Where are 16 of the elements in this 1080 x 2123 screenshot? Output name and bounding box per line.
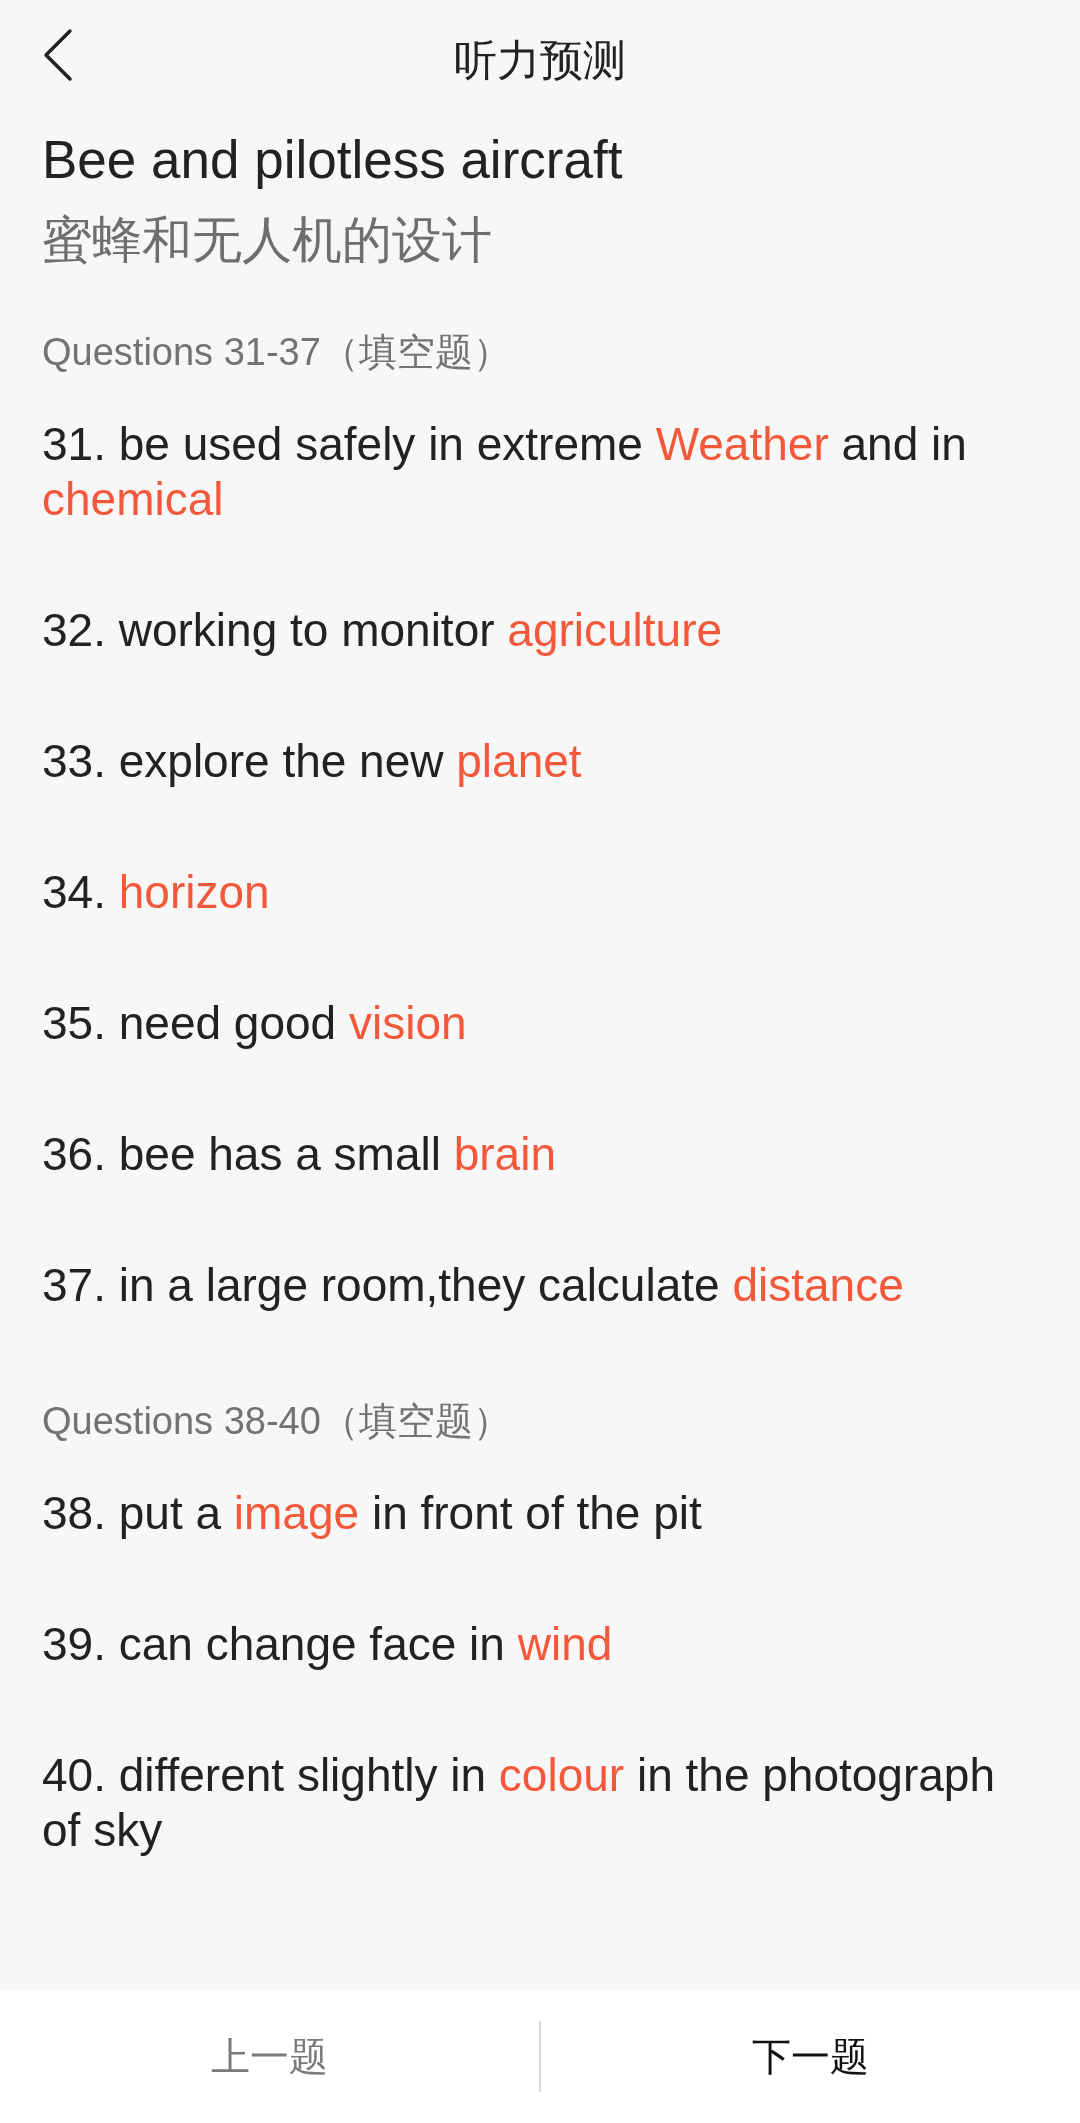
question-text: 38. put a image in front of the pit — [42, 1486, 703, 1541]
section-heading: Questions 38-40（填空题） — [42, 1399, 511, 1443]
question-text: 34. horizon — [42, 865, 271, 920]
article-subtitle: 蜜蜂和无人机的设计 — [42, 212, 492, 268]
question-text: 37. in a large room,they calculate distance — [42, 1258, 905, 1313]
page-title: 听力预测 — [454, 35, 626, 85]
next-question-button[interactable]: 下一题 — [728, 2025, 893, 2088]
question-text: 39. can change face in wind — [42, 1617, 614, 1672]
question-text: 31. be used safely in extreme Weather and in chemical — [42, 417, 968, 527]
article-title: Bee and pilotless aircraft — [42, 130, 623, 190]
question-text: 35. need good vision — [42, 996, 468, 1051]
question-text: 32. working to monitor agriculture — [42, 603, 724, 658]
question-text: 36. bee has a small brain — [42, 1127, 557, 1182]
question-text: 40. different slightly in colour in the photograph of sky — [42, 1748, 996, 1858]
section-heading: Questions 31-37（填空题） — [42, 330, 511, 374]
question-text: 33. explore the new planet — [42, 734, 583, 789]
